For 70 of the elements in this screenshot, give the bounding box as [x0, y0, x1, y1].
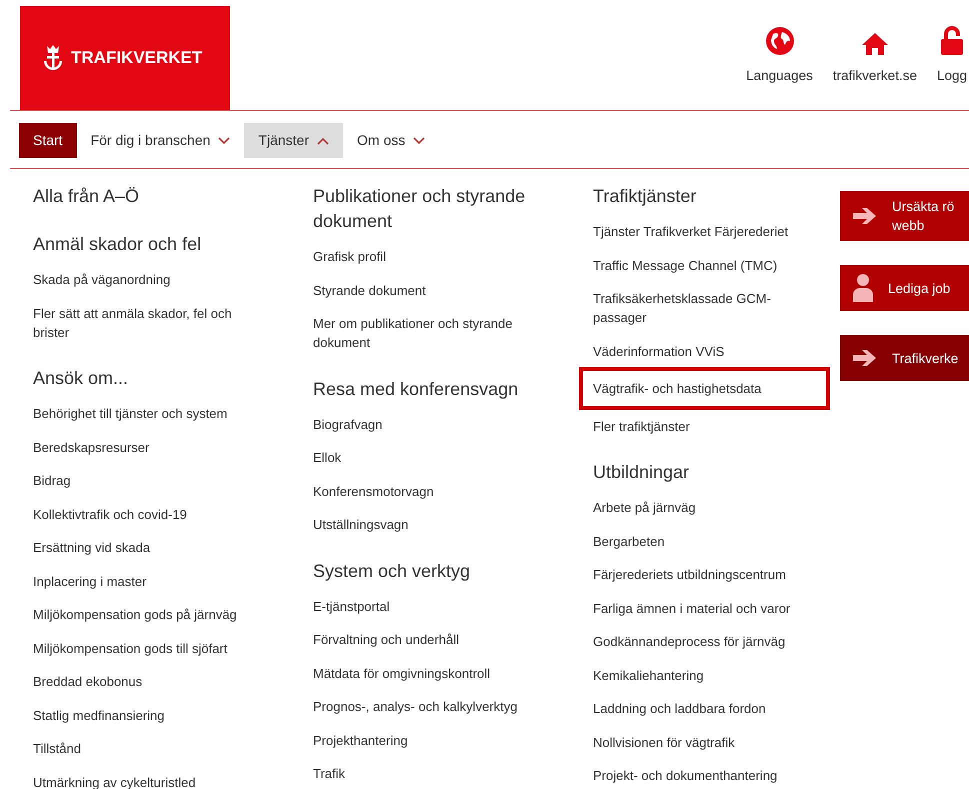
menu-link[interactable]: Tillstånd	[33, 739, 250, 758]
menu-link[interactable]: Mer om publikationer och styrande dokument	[313, 314, 530, 352]
menu-link[interactable]: Miljökompensation gods till sjöfart	[33, 638, 250, 658]
promo-card[interactable]: Lediga job	[840, 265, 969, 311]
menu-link[interactable]: Utställningsvagn	[313, 515, 530, 534]
menu-link[interactable]: Behörighet till tjänster och system	[33, 404, 250, 423]
menu-link[interactable]: Vägtrafik- och hastighetsdata	[579, 367, 830, 410]
menu-link[interactable]: Tjänster Trafikverket Färjerederiet	[593, 222, 810, 241]
menu-link[interactable]: Bidrag	[33, 471, 250, 490]
emblem-icon	[43, 43, 63, 73]
promo-card[interactable]: Trafikverke	[840, 335, 969, 381]
menu-link[interactable]: Fler sätt att anmäla skador, fel och brister	[33, 304, 250, 342]
menu-link[interactable]: Projekt- och dokumenthantering	[593, 766, 810, 785]
menu-link[interactable]: Grafisk profil	[313, 247, 530, 266]
section-heading: System och verktyg	[313, 560, 472, 583]
person-icon	[852, 274, 874, 302]
card-text: Ursäkta rö webb	[892, 198, 954, 235]
globe-icon	[764, 26, 794, 56]
menu-link[interactable]: Trafiksäkerhetsklassade GCM-passager	[593, 289, 810, 327]
menu-link[interactable]: Utmärkning av cykelturistled	[33, 772, 250, 789]
section-heading: Utbildningar	[593, 461, 690, 484]
arrow-icon	[852, 206, 878, 226]
menu-link[interactable]: Färjerederiets utbildningscentrum	[593, 565, 810, 584]
lock-icon	[938, 26, 965, 56]
home-icon	[860, 32, 889, 56]
promo-card[interactable]: Ursäkta rö webb	[840, 191, 969, 241]
menu-link[interactable]: Breddad ekobonus	[33, 672, 250, 691]
menu-link[interactable]: Väderinformation VViS	[593, 342, 810, 360]
menu-link[interactable]: Traffic Message Channel (TMC)	[593, 256, 810, 274]
arrow-icon	[852, 348, 878, 368]
menu-link[interactable]: Beredskapsresurser	[33, 438, 250, 456]
menu-link[interactable]: Miljökompensation gods på järnväg	[33, 605, 250, 624]
menu-link[interactable]: E-tjänstportal	[313, 596, 530, 616]
section-heading: Publikationer och styrande dokument	[313, 185, 526, 233]
section-heading: Ansök om...	[33, 367, 130, 390]
header-link[interactable]: Languages	[746, 26, 813, 86]
menu-link[interactable]: Skada på väganordning	[33, 270, 250, 289]
menu-link[interactable]: Styrande dokument	[313, 280, 530, 300]
nav-tab[interactable]: Start	[19, 123, 77, 158]
menu-link[interactable]: Mätdata för omgivningskontroll	[313, 664, 530, 682]
logo-text: TRAFIKVERKET	[71, 47, 202, 70]
menu-link[interactable]: Godkännandeprocess för järnväg	[593, 632, 810, 651]
menu-link[interactable]: Trafik	[313, 764, 530, 783]
menu-link[interactable]: Fler trafiktjänster	[593, 416, 810, 436]
header-link[interactable]: trafikverket.se	[832, 32, 917, 86]
header-link[interactable]: Logg	[936, 26, 967, 86]
menu-link[interactable]: Kollektivtrafik och covid-19	[33, 504, 250, 524]
section-heading: Alla från A–Ö	[33, 185, 140, 208]
section-heading: Anmäl skador och fel	[33, 233, 202, 256]
section-heading: Trafiktjänster	[593, 185, 698, 208]
section-heading: Resa med konferensvagn	[313, 378, 520, 401]
card-text: Trafikverke	[892, 350, 958, 368]
menu-link[interactable]: Biografvagn	[313, 414, 530, 434]
menu-link[interactable]: Arbete på järnväg	[593, 498, 810, 517]
menu-link[interactable]: Ersättning vid skada	[33, 538, 250, 557]
card-text: Lediga job	[888, 280, 950, 298]
menu-link[interactable]: Förvaltning och underhåll	[313, 630, 530, 649]
menu-link[interactable]: Bergarbeten	[593, 532, 810, 550]
menu-link[interactable]: Statlig medfinansiering	[33, 706, 250, 724]
menu-link[interactable]: Nollvisionen för vägtrafik	[593, 732, 810, 752]
menu-link[interactable]: Kemikaliehantering	[593, 666, 810, 684]
menu-link[interactable]: Konferensmotorvagn	[313, 482, 530, 500]
logo-banner[interactable]: TRAFIKVERKET	[20, 6, 230, 110]
menu-link[interactable]: Projekthantering	[313, 730, 530, 750]
nav-tab[interactable]: Tjänster	[244, 123, 343, 158]
menu-link[interactable]: Inplacering i master	[33, 572, 250, 590]
menu-link[interactable]: Laddning och laddbara fordon	[593, 699, 810, 718]
menu-link[interactable]: Ellok	[313, 448, 530, 467]
menu-link[interactable]: Prognos-, analys- och kalkylverktyg	[313, 697, 530, 716]
menu-link[interactable]: Farliga ämnen i material och varor	[593, 598, 810, 618]
